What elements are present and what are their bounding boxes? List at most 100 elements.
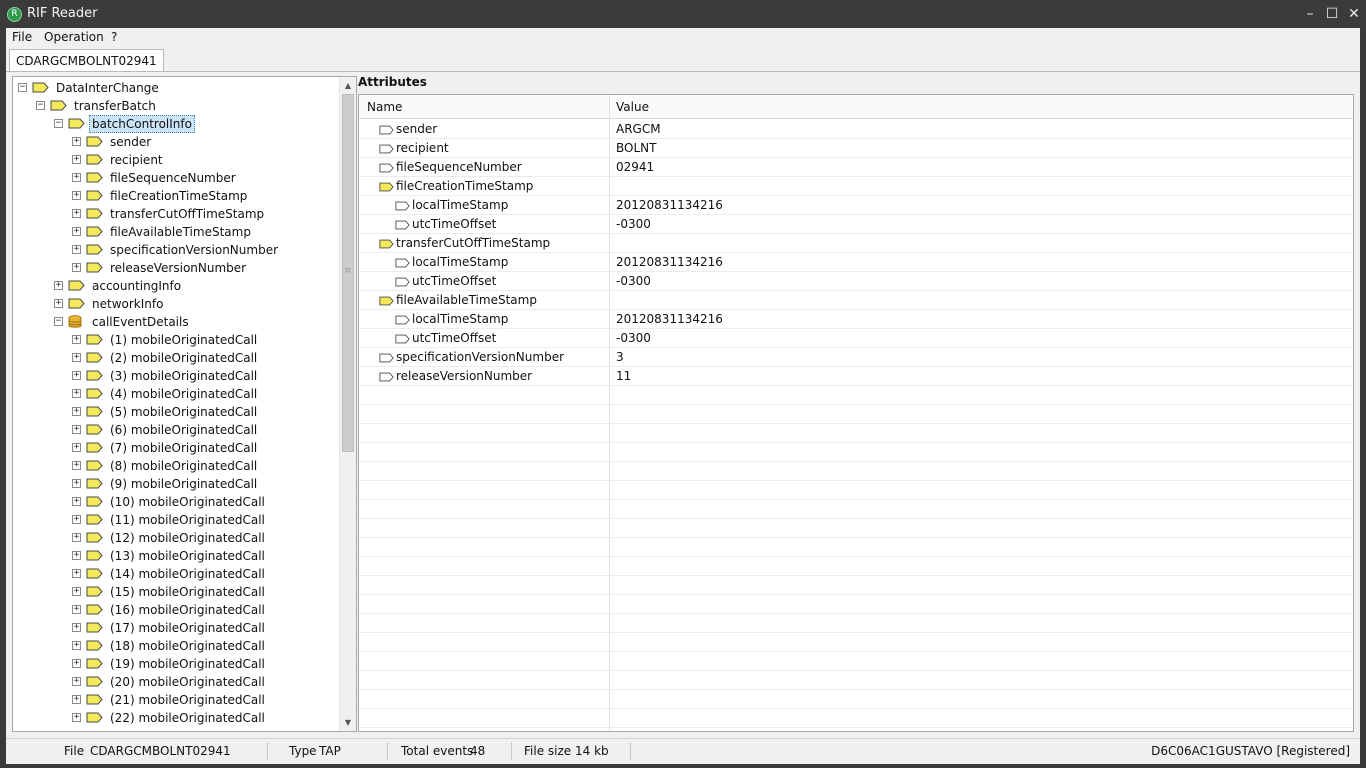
expand-icon[interactable]: + [72, 443, 81, 452]
tree-node-label[interactable]: (8) mobileOriginatedCall [107, 457, 260, 475]
expand-icon[interactable]: + [72, 137, 81, 146]
expand-icon[interactable]: + [72, 533, 81, 542]
tree-node-label[interactable]: (11) mobileOriginatedCall [107, 511, 268, 529]
tree-node-label[interactable]: fileCreationTimeStamp [107, 187, 250, 205]
tree-node[interactable]: + fileCreationTimeStamp [13, 187, 339, 205]
tree-node[interactable]: + releaseVersionNumber [13, 259, 339, 277]
collapse-icon[interactable]: − [36, 101, 45, 110]
tree-node-label[interactable]: transferBatch [71, 97, 159, 115]
tree-node[interactable]: + (18) mobileOriginatedCall [13, 637, 339, 655]
attribute-row[interactable]: fileAvailableTimeStamp [359, 291, 1353, 310]
tree-node-label[interactable]: (12) mobileOriginatedCall [107, 529, 268, 547]
tree-node[interactable]: + (15) mobileOriginatedCall [13, 583, 339, 601]
attribute-row[interactable]: fileCreationTimeStamp [359, 177, 1353, 196]
collapse-icon[interactable]: − [18, 83, 27, 92]
tree-node-label[interactable]: recipient [107, 151, 166, 169]
expand-icon[interactable]: + [72, 569, 81, 578]
expand-icon[interactable]: + [72, 155, 81, 164]
tree-node-label[interactable]: (10) mobileOriginatedCall [107, 493, 268, 511]
attribute-row[interactable]: localTimeStamp 20120831134216 [359, 196, 1353, 215]
expand-icon[interactable]: + [72, 425, 81, 434]
tree-node-label[interactable]: callEventDetails [89, 313, 192, 331]
tree-node[interactable]: − batchControlInfo [13, 115, 339, 133]
tree-node-label[interactable]: (20) mobileOriginatedCall [107, 673, 268, 691]
expand-icon[interactable]: + [72, 695, 81, 704]
expand-icon[interactable]: + [72, 479, 81, 488]
tree-node[interactable]: + (13) mobileOriginatedCall [13, 547, 339, 565]
tree-node-label[interactable]: (2) mobileOriginatedCall [107, 349, 260, 367]
expand-icon[interactable]: + [72, 713, 81, 722]
tree-node[interactable]: + (8) mobileOriginatedCall [13, 457, 339, 475]
attribute-row[interactable]: utcTimeOffset -0300 [359, 215, 1353, 234]
tree-node[interactable]: − callEventDetails [13, 313, 339, 331]
column-name-header[interactable]: Name [367, 100, 402, 114]
expand-icon[interactable]: + [72, 371, 81, 380]
tree-node-label[interactable]: DataInterChange [53, 79, 162, 97]
menu-file[interactable]: File [12, 30, 32, 44]
panel-splitter[interactable] [343, 76, 348, 732]
expand-icon[interactable]: + [54, 299, 63, 308]
tree-node-label[interactable]: (19) mobileOriginatedCall [107, 655, 268, 673]
tree-node-label[interactable]: (7) mobileOriginatedCall [107, 439, 260, 457]
menu-operation[interactable]: Operation [44, 30, 104, 44]
tree-node[interactable]: + transferCutOffTimeStamp [13, 205, 339, 223]
tree-node-label[interactable]: fileAvailableTimeStamp [107, 223, 254, 241]
tree-node-label[interactable]: (4) mobileOriginatedCall [107, 385, 260, 403]
tree-node[interactable]: − transferBatch [13, 97, 339, 115]
tree-node[interactable]: + fileAvailableTimeStamp [13, 223, 339, 241]
expand-icon[interactable]: + [72, 353, 81, 362]
tree-node[interactable]: + sender [13, 133, 339, 151]
collapse-icon[interactable]: − [54, 317, 63, 326]
attribute-row[interactable]: utcTimeOffset -0300 [359, 272, 1353, 291]
tree-node[interactable]: + (12) mobileOriginatedCall [13, 529, 339, 547]
expand-icon[interactable]: + [72, 587, 81, 596]
attribute-row[interactable]: recipient BOLNT [359, 139, 1353, 158]
attribute-row[interactable]: transferCutOffTimeStamp [359, 234, 1353, 253]
tree-node[interactable]: + (17) mobileOriginatedCall [13, 619, 339, 637]
tree-node-label[interactable]: (15) mobileOriginatedCall [107, 583, 268, 601]
tree-node[interactable]: + (3) mobileOriginatedCall [13, 367, 339, 385]
tree-node-label[interactable]: (21) mobileOriginatedCall [107, 691, 268, 709]
tree-node-label[interactable]: (17) mobileOriginatedCall [107, 619, 268, 637]
menu-help[interactable]: ? [111, 30, 117, 44]
attribute-row[interactable]: fileSequenceNumber 02941 [359, 158, 1353, 177]
tree-node[interactable]: + (2) mobileOriginatedCall [13, 349, 339, 367]
expand-icon[interactable]: + [72, 677, 81, 686]
tree-node-label[interactable]: batchControlInfo [89, 115, 195, 133]
tree-node-label[interactable]: (3) mobileOriginatedCall [107, 367, 260, 385]
tree-node-label[interactable]: accountingInfo [89, 277, 184, 295]
tree-node-label[interactable]: networkInfo [89, 295, 166, 313]
tree-node[interactable]: + (1) mobileOriginatedCall [13, 331, 339, 349]
tree-node[interactable]: + (22) mobileOriginatedCall [13, 709, 339, 727]
tree-node[interactable]: + (14) mobileOriginatedCall [13, 565, 339, 583]
tree-node-label[interactable]: specificationVersionNumber [107, 241, 281, 259]
tree-node-label[interactable]: transferCutOffTimeStamp [107, 205, 267, 223]
tab-document[interactable]: CDARGCMBOLNT02941 [9, 49, 164, 72]
tree-node[interactable]: + (19) mobileOriginatedCall [13, 655, 339, 673]
expand-icon[interactable]: + [72, 389, 81, 398]
expand-icon[interactable]: + [54, 281, 63, 290]
tree-node[interactable]: + (6) mobileOriginatedCall [13, 421, 339, 439]
attribute-row[interactable]: localTimeStamp 20120831134216 [359, 253, 1353, 272]
attribute-row[interactable]: sender ARGCM [359, 120, 1353, 139]
tree-node[interactable]: + (20) mobileOriginatedCall [13, 673, 339, 691]
tree-node-label[interactable]: (14) mobileOriginatedCall [107, 565, 268, 583]
expand-icon[interactable]: + [72, 407, 81, 416]
minimize-button[interactable]: – [1299, 4, 1321, 24]
expand-icon[interactable]: + [72, 263, 81, 272]
expand-icon[interactable]: + [72, 497, 81, 506]
attribute-row[interactable]: specificationVersionNumber 3 [359, 348, 1353, 367]
tree-node-label[interactable]: (9) mobileOriginatedCall [107, 475, 260, 493]
expand-icon[interactable]: + [72, 227, 81, 236]
close-button[interactable]: ✕ [1343, 4, 1365, 24]
tree-node[interactable]: + specificationVersionNumber [13, 241, 339, 259]
tree-node-label[interactable]: (5) mobileOriginatedCall [107, 403, 260, 421]
expand-icon[interactable]: + [72, 245, 81, 254]
tree-node[interactable]: + (21) mobileOriginatedCall [13, 691, 339, 709]
expand-icon[interactable]: + [72, 335, 81, 344]
tree-node-label[interactable]: (18) mobileOriginatedCall [107, 637, 268, 655]
tree-node-label[interactable]: fileSequenceNumber [107, 169, 239, 187]
tree-node[interactable]: + fileSequenceNumber [13, 169, 339, 187]
attribute-row[interactable]: releaseVersionNumber 11 [359, 367, 1353, 386]
expand-icon[interactable]: + [72, 173, 81, 182]
